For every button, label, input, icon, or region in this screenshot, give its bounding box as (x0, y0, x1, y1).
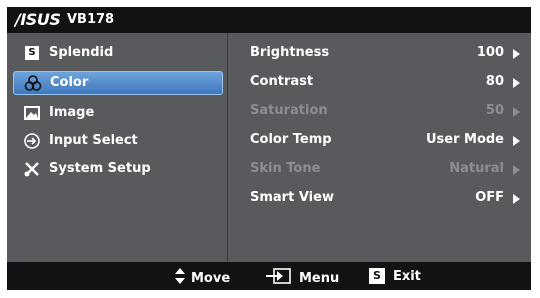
tools-icon (23, 160, 41, 178)
exit-label: Exit (392, 268, 421, 284)
exit-hint[interactable]: S Exit (369, 268, 421, 284)
brand-logo: /ISUS (15, 10, 61, 29)
sidebar-item-image[interactable]: Image (13, 101, 221, 125)
sidebar-item-label: System Setup (49, 161, 151, 176)
right-arrow-icon (513, 194, 520, 204)
sidebar-item-label: Splendid (49, 45, 114, 60)
sidebar-item-splendid[interactable]: S Splendid (13, 41, 221, 65)
setting-value: 80 (485, 74, 504, 89)
move-hint[interactable]: Move (175, 268, 230, 288)
image-icon (23, 104, 41, 122)
right-arrow-icon (513, 165, 520, 175)
sidebar-item-system-setup[interactable]: System Setup (13, 157, 221, 181)
input-select-icon (23, 132, 41, 150)
right-arrow-icon (513, 136, 520, 146)
setting-value: 100 (476, 45, 504, 60)
sidebar-item-label: Input Select (49, 133, 138, 148)
splendid-s-icon: S (23, 44, 41, 62)
setting-value: User Mode (425, 132, 504, 147)
setting-color-temp[interactable]: Color Temp User Mode (250, 132, 520, 150)
setting-value: OFF (475, 190, 504, 205)
setting-saturation: Saturation 50 (250, 103, 520, 121)
enter-icon (265, 268, 291, 288)
menu-label: Menu (299, 270, 340, 286)
settings-panel: Brightness 100 Contrast 80 Saturation 50… (228, 33, 531, 262)
sidebar: S Splendid Color Image Input Select Syst… (7, 33, 228, 262)
sidebar-item-label: Color (50, 75, 89, 90)
right-arrow-icon (513, 78, 520, 88)
setting-label: Brightness (250, 45, 330, 60)
setting-contrast[interactable]: Contrast 80 (250, 74, 520, 92)
right-arrow-icon (513, 107, 520, 117)
model-name: VB178 (67, 12, 115, 27)
setting-label: Color Temp (250, 132, 332, 147)
setting-smart-view[interactable]: Smart View OFF (250, 190, 520, 208)
setting-label: Skin Tone (250, 161, 321, 176)
setting-value: Natural (449, 161, 504, 176)
right-arrow-icon (513, 49, 520, 59)
osd-menu: /ISUS VB178 S Splendid Color Image Input… (7, 7, 531, 290)
move-label: Move (191, 270, 231, 286)
setting-label: Contrast (250, 74, 314, 89)
sidebar-item-input-select[interactable]: Input Select (13, 129, 221, 153)
setting-label: Saturation (250, 103, 328, 118)
exit-key-icon: S (369, 268, 385, 284)
up-down-arrow-icon (175, 268, 185, 288)
menu-hint[interactable]: Menu (265, 268, 339, 288)
setting-value: 50 (485, 103, 504, 118)
sidebar-item-color[interactable]: Color (13, 71, 223, 95)
osd-header: /ISUS VB178 (7, 7, 531, 33)
setting-brightness[interactable]: Brightness 100 (250, 45, 520, 63)
setting-label: Smart View (250, 190, 334, 205)
color-palette-icon (24, 74, 42, 92)
setting-skin-tone: Skin Tone Natural (250, 161, 520, 179)
sidebar-item-label: Image (49, 105, 95, 120)
osd-footer: Move Menu S Exit (7, 262, 531, 290)
